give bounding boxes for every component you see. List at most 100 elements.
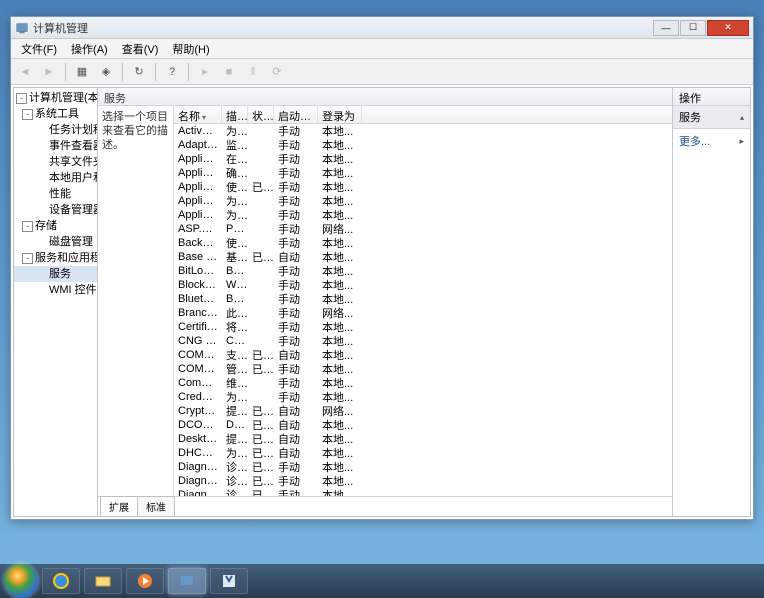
- pause-service-button[interactable]: ‖: [243, 62, 263, 82]
- taskbar[interactable]: [0, 564, 764, 598]
- collapse-icon: ▴: [740, 113, 744, 122]
- tree-item[interactable]: -计算机管理(本地: [14, 90, 97, 106]
- service-row[interactable]: Backgr...使...手动本地...: [174, 236, 672, 250]
- tree-item[interactable]: 共享文件夹: [14, 154, 97, 170]
- tree-item-label: 存储: [35, 219, 57, 233]
- tree-item[interactable]: -存储: [14, 218, 97, 234]
- service-row[interactable]: Diagno...诊...已...手动本地...: [174, 488, 672, 496]
- service-row[interactable]: Block L...Wi...手动本地...: [174, 278, 672, 292]
- service-row[interactable]: Crypto...提...已...自动网络...: [174, 404, 672, 418]
- column-startup[interactable]: 启动类型: [274, 106, 318, 123]
- taskbar-item-media[interactable]: [126, 568, 164, 594]
- service-row[interactable]: Applica...为...手动本地...: [174, 208, 672, 222]
- service-row[interactable]: Compu...维...手动本地...: [174, 376, 672, 390]
- cell-name: Backgr...: [174, 237, 222, 249]
- actions-header: 操作: [673, 88, 750, 106]
- collapse-icon[interactable]: -: [22, 109, 33, 120]
- forward-button[interactable]: ►: [39, 62, 59, 82]
- tree-bullet-icon: [36, 189, 47, 200]
- tool-button[interactable]: ▦: [72, 62, 92, 82]
- menu-view[interactable]: 查看(V): [116, 39, 165, 59]
- tree-item[interactable]: 任务计划程序: [14, 122, 97, 138]
- taskbar-item-app[interactable]: [210, 568, 248, 594]
- service-row[interactable]: Deskto...提...已...自动本地...: [174, 432, 672, 446]
- tree-item-label: 磁盘管理: [49, 235, 93, 249]
- help-button[interactable]: ?: [162, 62, 182, 82]
- tree-item-label: 性能: [49, 187, 71, 201]
- center-title: 服务: [98, 88, 672, 106]
- column-desc[interactable]: 描述: [222, 106, 248, 123]
- cell-name: Deskto...: [174, 433, 222, 445]
- tree-item-label: 系统工具: [35, 107, 79, 121]
- maximize-button[interactable]: ☐: [680, 20, 706, 36]
- service-row[interactable]: Base Fil...基...已...自动本地...: [174, 250, 672, 264]
- window-controls: — ☐ ✕: [653, 20, 749, 36]
- minimize-button[interactable]: —: [653, 20, 679, 36]
- tree-item[interactable]: -服务和应用程序: [14, 250, 97, 266]
- service-row[interactable]: CNG K...CN...手动本地...: [174, 334, 672, 348]
- service-row[interactable]: Applica...在...手动本地...: [174, 152, 672, 166]
- service-row[interactable]: ActiveX...为...手动本地...: [174, 124, 672, 138]
- close-button[interactable]: ✕: [707, 20, 749, 36]
- service-row[interactable]: ASP.NE...Pro...手动网络...: [174, 222, 672, 236]
- service-row[interactable]: Branch...此...手动网络...: [174, 306, 672, 320]
- tree-item[interactable]: WMI 控件: [14, 282, 97, 298]
- collapse-icon[interactable]: -: [22, 221, 33, 232]
- start-button[interactable]: [4, 564, 38, 598]
- tool-button[interactable]: ◈: [96, 62, 116, 82]
- taskbar-item-ie[interactable]: [42, 568, 80, 594]
- start-service-button[interactable]: ▸: [195, 62, 215, 82]
- separator: [188, 63, 189, 81]
- tree-item[interactable]: 服务: [14, 266, 97, 282]
- restart-service-button[interactable]: ⟳: [267, 62, 287, 82]
- tree-item[interactable]: 性能: [14, 186, 97, 202]
- cell-name: Adaptiv...: [174, 139, 222, 151]
- list-body[interactable]: ActiveX...为...手动本地...Adaptiv...监...手动本地.…: [174, 124, 672, 496]
- taskbar-item-mmc[interactable]: [168, 568, 206, 594]
- service-row[interactable]: BitLock...BD...手动本地...: [174, 264, 672, 278]
- service-row[interactable]: Applica...确...手动本地...: [174, 166, 672, 180]
- titlebar[interactable]: 计算机管理 — ☐ ✕: [11, 17, 753, 39]
- taskbar-item-explorer[interactable]: [84, 568, 122, 594]
- cell-state: 已...: [248, 361, 274, 377]
- column-logon[interactable]: 登录为: [318, 106, 362, 123]
- tree-item-label: 服务: [49, 267, 71, 281]
- tab-standard[interactable]: 标准: [137, 496, 175, 516]
- column-state[interactable]: 状态: [248, 106, 274, 123]
- menu-help[interactable]: 帮助(H): [166, 39, 215, 59]
- service-row[interactable]: Creden...为...手动本地...: [174, 390, 672, 404]
- refresh-button[interactable]: ↻: [129, 62, 149, 82]
- service-row[interactable]: Adaptiv...监...手动本地...: [174, 138, 672, 152]
- service-row[interactable]: DCOM ...DC...已...自动本地...: [174, 418, 672, 432]
- service-row[interactable]: DHCP ...为...已...自动本地...: [174, 446, 672, 460]
- collapse-icon[interactable]: -: [16, 93, 27, 104]
- tree-item[interactable]: 本地用户和组: [14, 170, 97, 186]
- back-button[interactable]: ◄: [15, 62, 35, 82]
- service-row[interactable]: Applica...为 I...手动本地...: [174, 194, 672, 208]
- cell-name: Block L...: [174, 279, 222, 291]
- service-row[interactable]: Applica...使...已...手动本地...: [174, 180, 672, 194]
- stop-service-button[interactable]: ■: [219, 62, 239, 82]
- service-row[interactable]: COM+ ...支...已...自动本地...: [174, 348, 672, 362]
- tree-item[interactable]: 事件查看器: [14, 138, 97, 154]
- menu-file[interactable]: 文件(F): [15, 39, 63, 59]
- column-name[interactable]: 名称: [174, 106, 222, 123]
- service-row[interactable]: Blueto...Blu...手动本地...: [174, 292, 672, 306]
- actions-section[interactable]: 服务 ▴: [673, 106, 750, 129]
- service-row[interactable]: Diagno...诊...已...手动本地...: [174, 460, 672, 474]
- cell-name: Base Fil...: [174, 251, 222, 263]
- service-row[interactable]: Diagno...诊...已...手动本地...: [174, 474, 672, 488]
- menu-action[interactable]: 操作(A): [65, 39, 114, 59]
- more-actions-link[interactable]: 更多...: [673, 129, 750, 153]
- navigation-tree[interactable]: -计算机管理(本地-系统工具任务计划程序事件查看器共享文件夹本地用户和组性能设备…: [14, 88, 98, 516]
- tree-item[interactable]: 设备管理器: [14, 202, 97, 218]
- collapse-icon[interactable]: -: [22, 253, 33, 264]
- service-row[interactable]: Certific...将...手动本地...: [174, 320, 672, 334]
- service-row[interactable]: COM+ ...管...已...手动本地...: [174, 362, 672, 376]
- tree-item[interactable]: 磁盘管理: [14, 234, 97, 250]
- cell-name: Diagno...: [174, 489, 222, 496]
- toolbar: ◄ ► ▦ ◈ ↻ ? ▸ ■ ‖ ⟳: [11, 59, 753, 85]
- tab-extended[interactable]: 扩展: [100, 496, 138, 516]
- tree-item-label: 本地用户和组: [49, 171, 98, 185]
- tree-item[interactable]: -系统工具: [14, 106, 97, 122]
